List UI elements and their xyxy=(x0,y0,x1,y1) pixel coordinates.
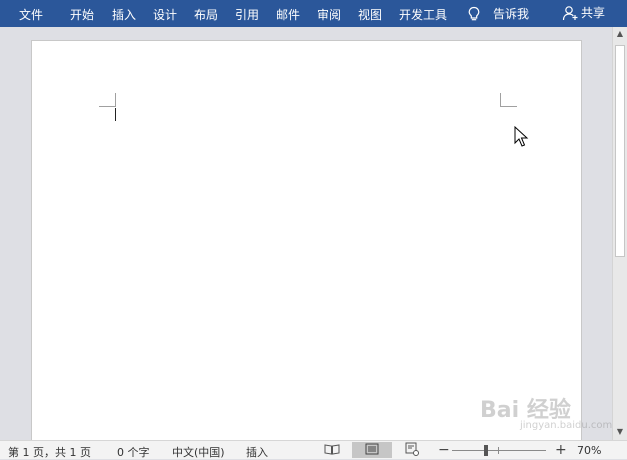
language-indicator[interactable]: 中文(中国) xyxy=(172,444,225,460)
tab-view[interactable]: 视图 xyxy=(358,6,382,23)
web-layout-button[interactable] xyxy=(401,442,423,458)
tab-developer[interactable]: 开发工具 xyxy=(399,6,447,23)
ribbon-tab-bar: 文件 开始 插入 设计 布局 引用 邮件 审阅 视图 开发工具 告诉我 共享 xyxy=(0,0,627,27)
mouse-pointer-icon xyxy=(514,125,530,152)
person-icon xyxy=(562,5,578,21)
tab-insert[interactable]: 插入 xyxy=(112,6,136,23)
tab-home[interactable]: 开始 xyxy=(70,6,94,23)
zoom-level[interactable]: 70% xyxy=(577,444,601,457)
share-button[interactable]: 共享 xyxy=(562,4,605,21)
tab-design[interactable]: 设计 xyxy=(153,6,177,23)
tell-me-button[interactable]: 告诉我 xyxy=(467,5,529,22)
scroll-up-button[interactable]: ▲ xyxy=(613,27,627,41)
document-page[interactable] xyxy=(31,40,582,440)
lightbulb-icon xyxy=(467,6,481,22)
text-caret xyxy=(115,108,116,121)
word-count[interactable]: 0 个字 xyxy=(117,444,150,460)
read-mode-icon xyxy=(324,443,340,458)
watermark-url: jingyan.baidu.com xyxy=(520,420,613,431)
share-label: 共享 xyxy=(581,6,606,20)
zoom-100-tick xyxy=(498,447,499,454)
scroll-thumb[interactable] xyxy=(615,45,625,257)
crop-mark-top-right xyxy=(500,93,517,107)
web-layout-icon xyxy=(405,442,419,459)
crop-mark-top-left xyxy=(99,93,116,107)
tab-file[interactable]: 文件 xyxy=(19,6,43,23)
tab-layout[interactable]: 布局 xyxy=(194,6,218,23)
zoom-in-button[interactable]: + xyxy=(555,442,567,458)
tab-references[interactable]: 引用 xyxy=(235,6,259,23)
zoom-out-button[interactable]: − xyxy=(438,442,450,458)
vertical-scrollbar[interactable]: ▲ ▼ xyxy=(612,27,627,440)
scroll-down-button[interactable]: ▼ xyxy=(613,425,627,439)
document-canvas xyxy=(0,27,612,440)
page-count[interactable]: 第 1 页，共 1 页 xyxy=(8,444,91,460)
tell-me-label: 告诉我 xyxy=(493,7,530,21)
print-layout-icon xyxy=(365,443,379,458)
tab-mailings[interactable]: 邮件 xyxy=(276,6,300,23)
tab-review[interactable]: 审阅 xyxy=(317,6,341,23)
zoom-slider-thumb[interactable] xyxy=(484,445,488,456)
zoom-slider-track[interactable] xyxy=(452,450,546,451)
read-mode-button[interactable] xyxy=(321,442,343,458)
insert-mode[interactable]: 插入 xyxy=(246,444,268,460)
print-layout-button[interactable] xyxy=(352,442,392,458)
status-bar: 第 1 页，共 1 页 0 个字 中文(中国) 插入 − + 70% xyxy=(0,440,627,459)
